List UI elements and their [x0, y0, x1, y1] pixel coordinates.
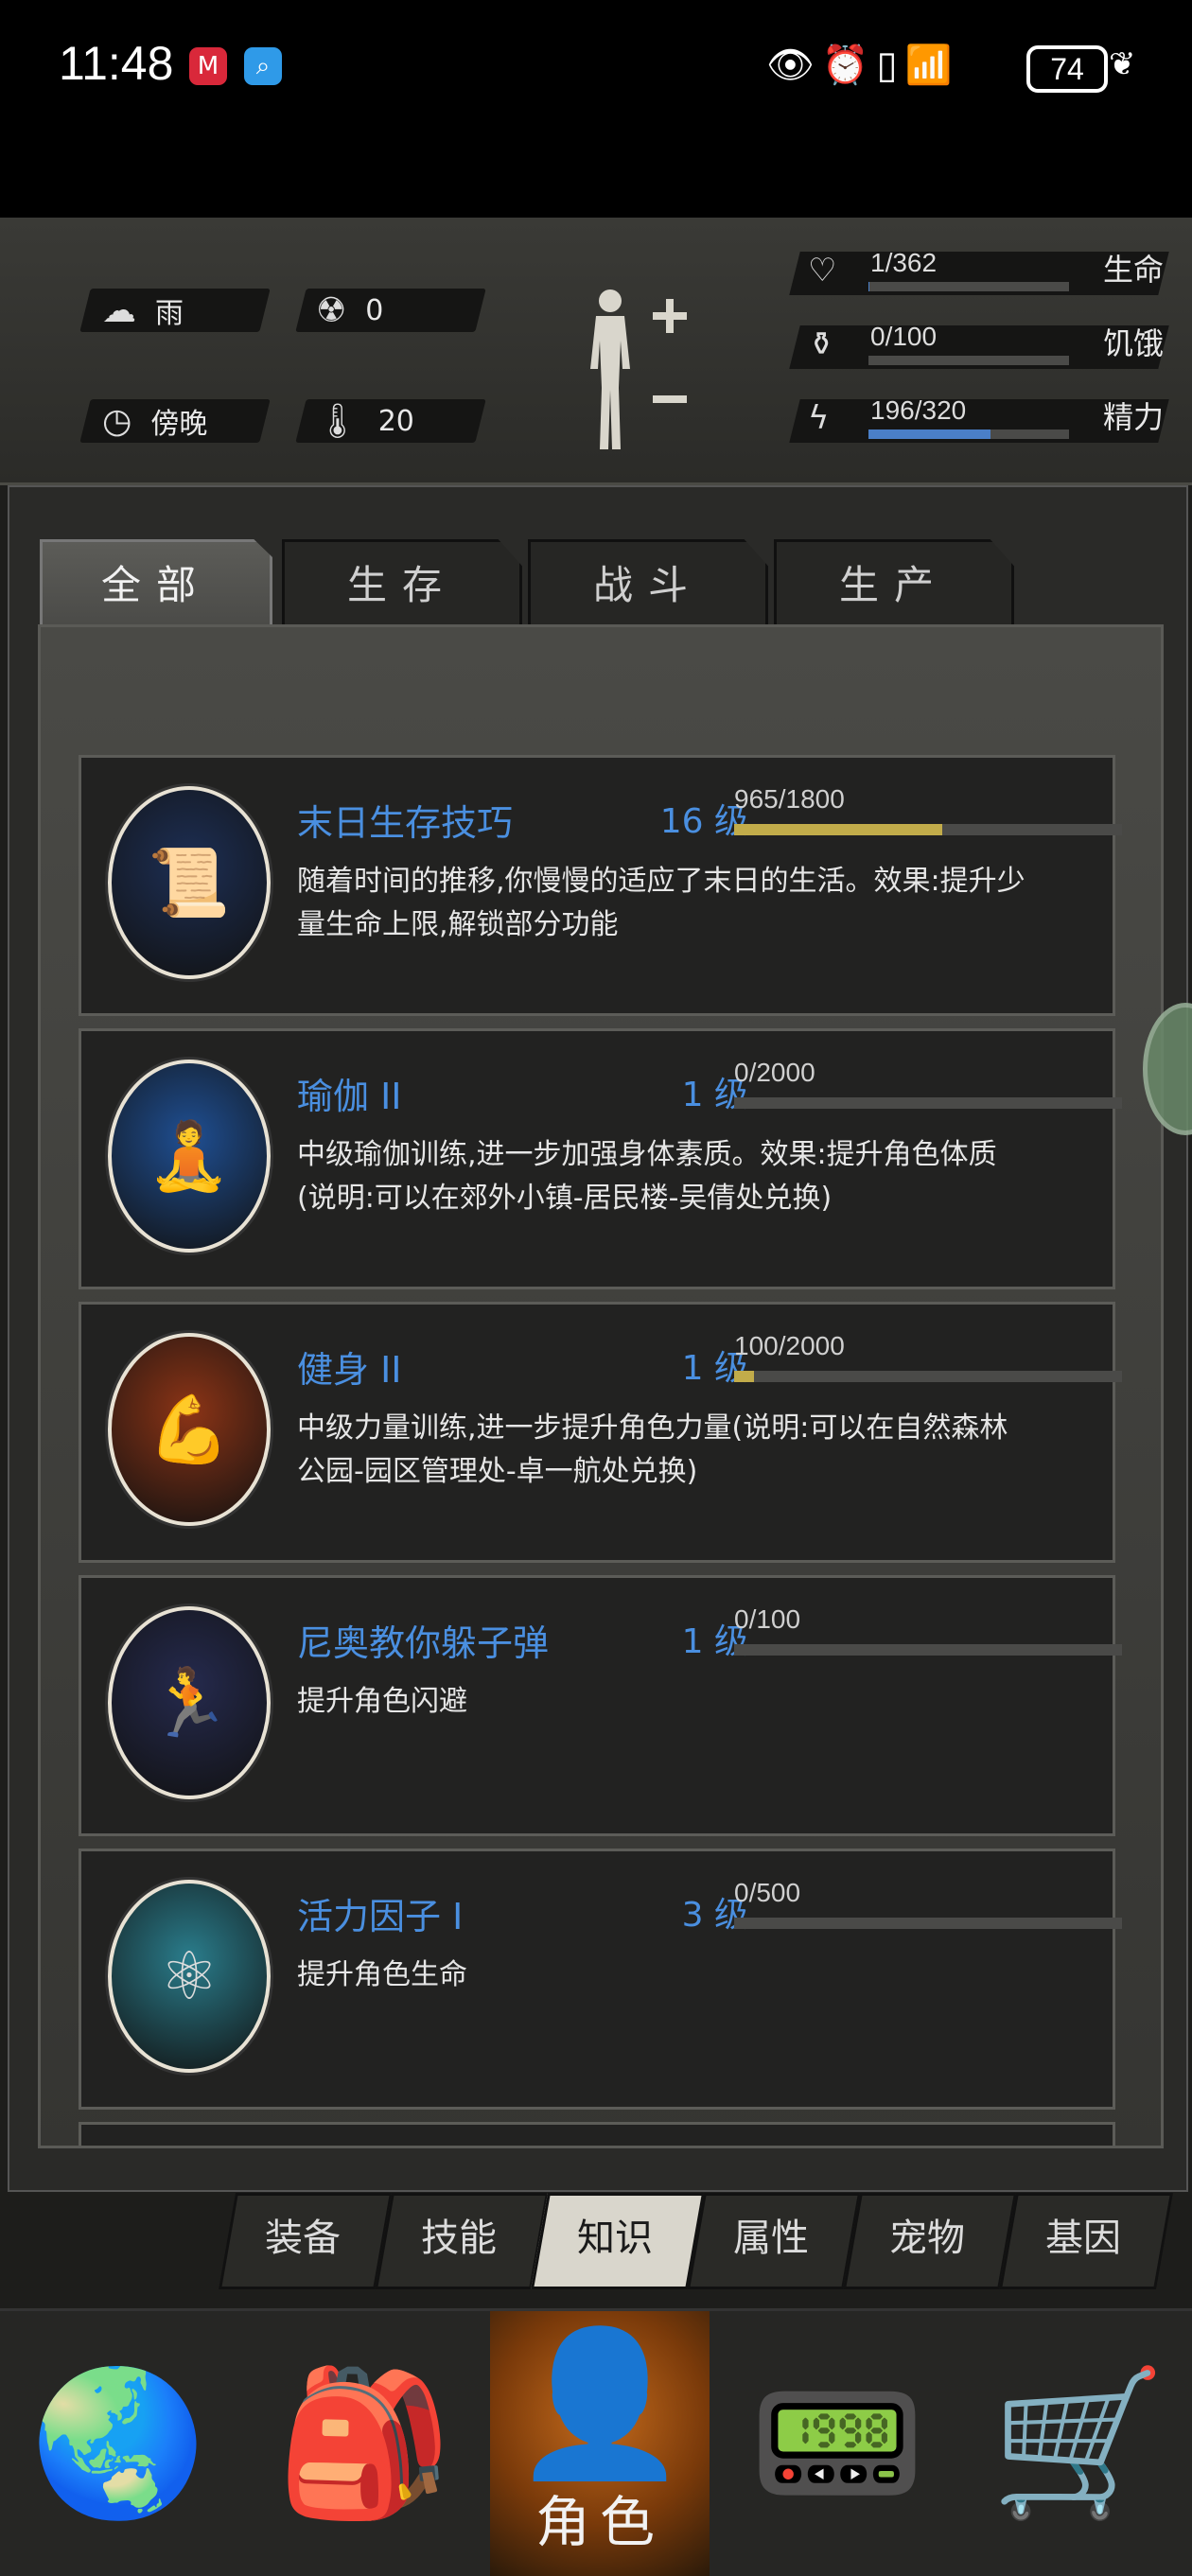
knowledge-progress: 0/100	[734, 1604, 801, 1634]
nav-character-label: 角色	[535, 2490, 664, 2554]
scroll-icon: 📜	[108, 786, 271, 979]
knowledge-description: 随着时间的推移,你慢慢的适应了末日的生活。效果:提升少量生命上限,解锁部分功能	[297, 865, 1025, 941]
body-status-icon[interactable]	[577, 284, 691, 454]
molecule-icon: ⚛	[108, 1880, 271, 2073]
sub-tab-bar: 装备 技能 知识 属性 宠物 基因	[218, 2193, 1183, 2289]
knowledge-progress: 0/2000	[734, 1058, 815, 1087]
knowledge-level: 1 级	[681, 1349, 748, 1388]
subtab-equipment[interactable]: 装备	[227, 2193, 378, 2284]
knowledge-card[interactable]: 🧘 瑜伽 II 1 级 0/2000 中级瑜伽训练,进一步加强身体素质。效果:提…	[79, 1028, 1122, 1289]
health-label: 生命	[1102, 252, 1164, 288]
weather-display: ☁ 雨	[102, 289, 184, 332]
status-bar: 11:48 M ⌕ 👁⏰▯📶 74 ❦	[0, 0, 1192, 218]
nav-world-map[interactable]: 🌏	[0, 2311, 237, 2576]
tab-production[interactable]: 生产	[774, 539, 1014, 629]
nav-shop[interactable]: 🛒	[965, 2311, 1192, 2576]
knowledge-level: 1 级	[681, 1076, 748, 1114]
knowledge-list[interactable]: 📜 末日生存技巧 16 级 965/1800 随着时间的推移,你慢慢的适应了末日…	[38, 624, 1164, 2148]
nav-character[interactable]: 👤 角色	[490, 2311, 710, 2576]
knowledge-name: 活力因子 I	[297, 1896, 464, 1937]
radiation-icon: ☢	[316, 290, 347, 330]
tab-combat[interactable]: 战斗	[528, 539, 768, 629]
yoga-icon: 🧘	[108, 1060, 271, 1253]
hunger-value: 0/100	[870, 322, 938, 351]
knowledge-progress: 0/500	[734, 1878, 801, 1907]
radiation-display: ☢ 0	[316, 289, 383, 332]
walkie-talkie-icon: 📟	[748, 2361, 926, 2526]
knowledge-name: 末日生存技巧	[297, 802, 514, 844]
knowledge-level: 16 级	[659, 802, 748, 841]
energy-icon: ϟ	[808, 399, 830, 437]
subtab-attributes[interactable]: 属性	[695, 2193, 847, 2284]
subtab-pets[interactable]: 宠物	[851, 2193, 1003, 2284]
knowledge-progress: 100/2000	[734, 1331, 845, 1360]
hunger-label: 饥饿	[1102, 325, 1164, 361]
nav-radio[interactable]: 📟	[719, 2311, 955, 2576]
knowledge-name: 健身 II	[297, 1349, 402, 1391]
knowledge-card[interactable]: ⚛ 活力因子 I 3 级 0/500 提升角色生命	[79, 1849, 1122, 2110]
knowledge-description: 中级瑜伽训练,进一步加强身体素质。效果:提升角色体质(说明:可以在郊外小镇-居民…	[297, 1138, 997, 1215]
muscle-icon: 💪	[108, 1333, 271, 1526]
knowledge-level: 1 级	[681, 1622, 748, 1661]
knowledge-progress-fill	[734, 824, 942, 835]
knowledge-description: 提升角色闪避	[297, 1685, 467, 1718]
backpack-icon: 🎒	[275, 2361, 453, 2526]
knowledge-level: 3 级	[681, 1896, 748, 1935]
clock-icon: ◷	[102, 401, 132, 441]
nav-backpack[interactable]: 🎒	[246, 2311, 482, 2576]
tab-all[interactable]: 全部	[40, 539, 272, 629]
thermometer-icon: 🌡	[316, 402, 359, 441]
subtab-genes[interactable]: 基因	[1008, 2193, 1159, 2284]
subtab-knowledge[interactable]: 知识	[539, 2193, 691, 2284]
knowledge-progress: 965/1800	[734, 784, 845, 814]
rain-cloud-icon: ☁	[102, 290, 136, 330]
dodge-icon: 🏃	[108, 1606, 271, 1799]
knowledge-card-partial	[79, 2122, 1115, 2146]
heart-pulse-icon: ♡	[808, 252, 837, 289]
energy-label: 精力	[1102, 399, 1164, 435]
subtab-skills[interactable]: 技能	[383, 2193, 535, 2284]
knowledge-name: 尼奥教你躲子弹	[297, 1622, 550, 1664]
shopping-cart-icon: 🛒	[990, 2361, 1167, 2526]
knowledge-card[interactable]: 📜 末日生存技巧 16 级 965/1800 随着时间的推移,你慢慢的适应了末日…	[79, 755, 1122, 1016]
health-stat: ♡ 1/362 生命	[789, 248, 1173, 295]
radiation-value: 0	[365, 293, 384, 327]
temperature-value: 20	[377, 404, 414, 438]
knowledge-name: 瑜伽 II	[297, 1076, 402, 1117]
health-value: 1/362	[870, 248, 938, 277]
time-of-day-display: ◷ 傍晚	[102, 399, 207, 443]
character-head-icon: 👤	[511, 2322, 689, 2486]
stomach-icon: ⚱	[808, 325, 835, 363]
hunger-stat: ⚱ 0/100 饥饿	[789, 322, 1173, 369]
time-of-day-label: 傍晚	[150, 408, 208, 441]
weather-label: 雨	[155, 297, 184, 330]
battery-indicator: 74	[1026, 45, 1108, 93]
energy-value: 196/320	[870, 395, 967, 425]
knowledge-card[interactable]: 🏃 尼奥教你躲子弹 1 级 0/100 提升角色闪避	[79, 1575, 1122, 1836]
knowledge-description: 中级力量训练,进一步提升角色力量(说明:可以在自然森林公园-园区管理处-卓一航处…	[297, 1411, 1008, 1488]
globe-icon: 🌏	[29, 2361, 207, 2526]
power-saving-icon: ❦	[1109, 45, 1136, 83]
tab-survival[interactable]: 生存	[282, 539, 522, 629]
system-status-icons: 👁⏰▯📶	[766, 44, 960, 87]
knowledge-card[interactable]: 💪 健身 II 1 级 100/2000 中级力量训练,进一步提升角色力量(说明…	[79, 1302, 1122, 1563]
knowledge-description: 提升角色生命	[297, 1958, 467, 1991]
energy-fill	[868, 429, 991, 439]
knowledge-progress-fill	[734, 1371, 754, 1382]
search-app-notification-icon: ⌕	[244, 47, 282, 85]
app-notification-icon: M	[189, 47, 227, 85]
bottom-navigation: 🌏 🎒 👤 角色 📟 🛒	[0, 2308, 1192, 2576]
health-fill	[868, 282, 869, 291]
energy-stat: ϟ 196/320 精力	[789, 395, 1173, 443]
temperature-display: 🌡 20	[316, 399, 414, 443]
clock: 11:48	[59, 37, 174, 90]
